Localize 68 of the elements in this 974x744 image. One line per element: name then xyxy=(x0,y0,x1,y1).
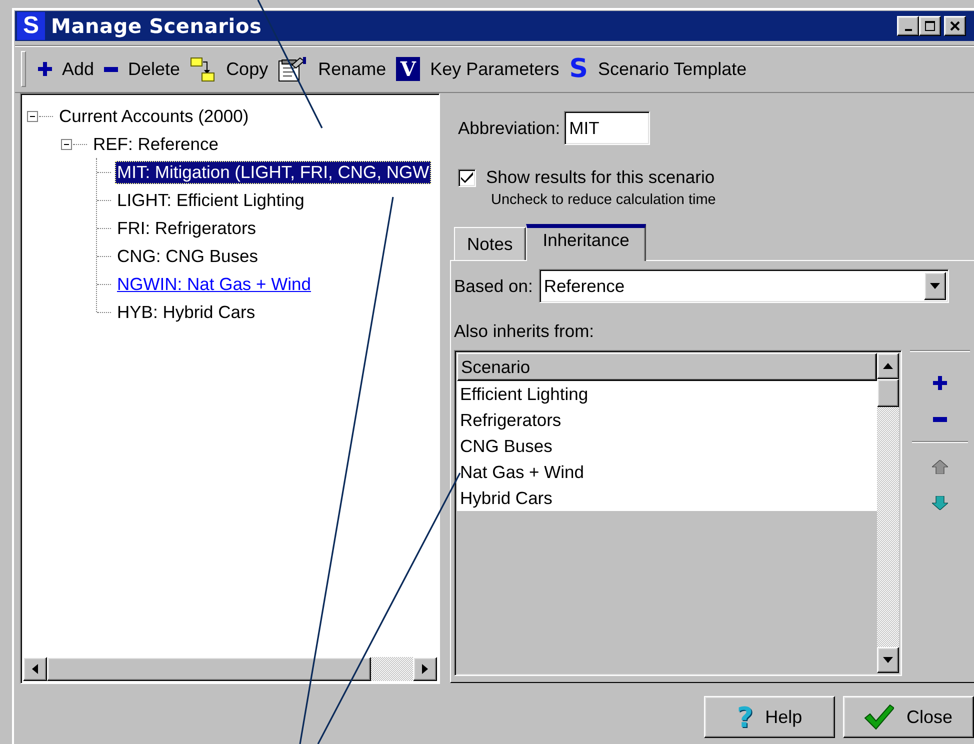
plus-icon xyxy=(38,62,52,76)
list-item[interactable]: Refrigerators xyxy=(457,407,877,433)
tree-item[interactable]: CNG: CNG Buses xyxy=(115,244,260,268)
minimize-icon xyxy=(904,29,912,31)
left-arrow-icon xyxy=(32,664,38,674)
clipboard-icon xyxy=(278,56,308,82)
scroll-right-button[interactable] xyxy=(413,657,437,681)
scrollbar-thumb[interactable] xyxy=(877,379,899,407)
scenario-list[interactable]: Scenario Efficient Lighting Refrigerators CNG Buses Nat Gas + Wind Hybrid Cars xyxy=(454,350,902,676)
field-label: Abbreviation: xyxy=(458,118,560,138)
toolbar-button[interactable]: Add xyxy=(38,58,94,80)
close-button[interactable]: Close xyxy=(843,696,974,738)
checkmark-icon xyxy=(864,704,894,730)
tab[interactable]: Notes xyxy=(454,227,526,260)
maximize-button[interactable] xyxy=(919,16,941,36)
window-title: Manage Scenarios xyxy=(51,14,263,38)
toolbar-button[interactable]: Delete xyxy=(104,58,180,80)
plus-icon xyxy=(933,376,947,390)
minus-icon xyxy=(104,66,118,72)
maximize-icon xyxy=(924,20,936,32)
tree-item[interactable]: NGWIN: Nat Gas + Wind xyxy=(115,272,313,296)
tree-item[interactable]: HYB: Hybrid Cars xyxy=(115,300,258,324)
list-item[interactable]: Hybrid Cars xyxy=(457,485,877,511)
tree-item[interactable]: Current Accounts (2000) xyxy=(57,104,251,128)
section-label: Also inherits from: xyxy=(454,321,596,342)
close-button[interactable] xyxy=(944,16,966,36)
down-arrow-icon xyxy=(932,496,948,510)
hint-text: Uncheck to reduce calculation time xyxy=(491,192,717,208)
funnel-icon: V xyxy=(396,57,420,81)
scroll-left-button[interactable] xyxy=(23,657,47,681)
copy-icon xyxy=(190,56,216,82)
scroll-up-button[interactable] xyxy=(877,353,899,379)
minimize-button[interactable] xyxy=(897,16,919,36)
tree-item[interactable]: FRI: Refrigerators xyxy=(115,216,258,240)
checkmark-icon xyxy=(461,172,473,183)
up-arrow-icon xyxy=(932,460,948,474)
question-icon: ? xyxy=(736,700,754,734)
toolbar-button[interactable]: Copy xyxy=(190,56,268,82)
tab[interactable]: Inheritance xyxy=(526,224,646,261)
checkbox[interactable] xyxy=(458,168,476,186)
column-header[interactable]: Scenario xyxy=(457,353,877,381)
expander-icon[interactable] xyxy=(27,110,38,122)
tree-item[interactable]: MIT: Mitigation (LIGHT, FRI, CNG, NGW xyxy=(115,160,432,184)
dropdown-arrow-icon xyxy=(930,283,940,289)
field-label: Based on: xyxy=(454,276,533,296)
list-item[interactable]: Nat Gas + Wind xyxy=(457,459,877,485)
scrollbar-thumb[interactable] xyxy=(47,657,371,681)
dropdown-value: Reference xyxy=(544,276,625,296)
based-on-dropdown[interactable]: Reference xyxy=(538,269,949,303)
expander-icon[interactable] xyxy=(61,138,72,150)
up-caret-icon xyxy=(883,363,893,369)
close-icon xyxy=(949,20,961,32)
toolbar-button[interactable]: Rename xyxy=(278,56,386,82)
scroll-down-button[interactable] xyxy=(877,647,899,673)
checkbox-label[interactable]: Show results for this scenario xyxy=(486,167,715,188)
list-item[interactable]: CNG Buses xyxy=(457,433,877,459)
toolbar-button[interactable]: S Scenario Template xyxy=(569,54,747,84)
scenario-icon: S xyxy=(569,54,588,84)
down-caret-icon xyxy=(883,657,893,663)
toolbar-button[interactable]: V Key Parameters xyxy=(396,57,560,81)
help-button[interactable]: ? Help xyxy=(704,696,835,738)
list-item[interactable]: Efficient Lighting xyxy=(457,381,877,407)
app-icon: S xyxy=(17,12,45,40)
minus-icon xyxy=(933,416,947,422)
tree-item[interactable]: LIGHT: Efficient Lighting xyxy=(115,188,306,212)
right-arrow-icon xyxy=(422,664,428,674)
abbreviation-field[interactable]: MIT xyxy=(564,111,650,145)
tree-item[interactable]: REF: Reference xyxy=(91,132,220,156)
